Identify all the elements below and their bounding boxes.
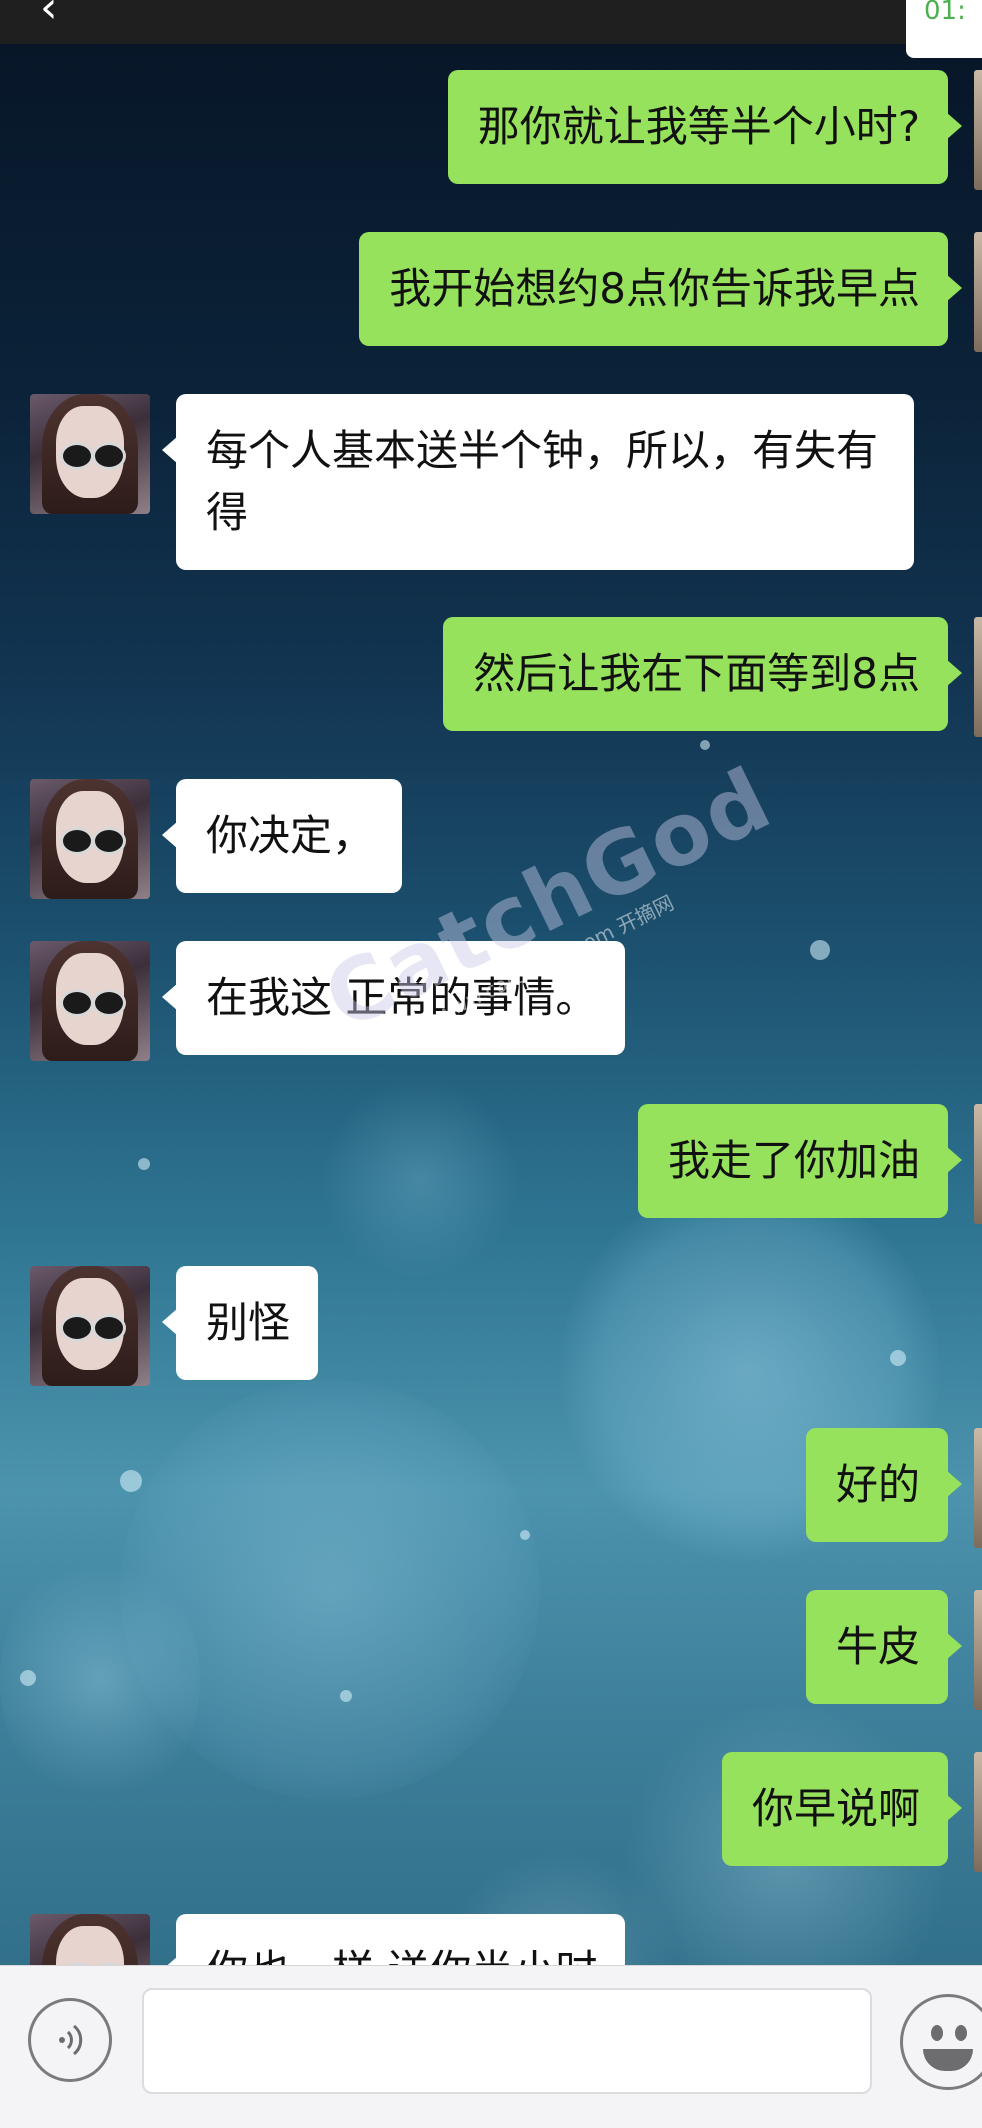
- contact-avatar[interactable]: [30, 941, 150, 1061]
- my-avatar[interactable]: [974, 1428, 982, 1548]
- message-outgoing: 你早说啊: [721, 1752, 982, 1872]
- message-bubble[interactable]: 我走了你加油: [637, 1104, 963, 1218]
- message-outgoing: 我开始想约8点你告诉我早点: [359, 232, 982, 352]
- message-bubble[interactable]: 别怪: [161, 1266, 319, 1380]
- message-outgoing: 然后让我在下面等到8点: [443, 617, 982, 737]
- message-bubble[interactable]: 你也一样 送你半小时: [161, 1914, 626, 1965]
- message-bubble[interactable]: 然后让我在下面等到8点: [443, 617, 962, 731]
- contact-avatar[interactable]: [30, 779, 150, 899]
- contact-avatar[interactable]: [30, 1266, 150, 1386]
- top-bar: ‹ 01:: [0, 0, 982, 58]
- message-outgoing: 好的: [805, 1428, 982, 1548]
- contact-avatar[interactable]: [30, 1914, 150, 1965]
- contact-avatar[interactable]: [30, 394, 150, 514]
- message-bubble[interactable]: 每个人基本送半个钟，所以，有失有得: [162, 394, 914, 570]
- message-incoming: 在我这 正常的事情。: [30, 941, 626, 1061]
- message-bubble[interactable]: 牛皮: [805, 1590, 963, 1704]
- message-incoming: 每个人基本送半个钟，所以，有失有得: [30, 394, 914, 570]
- my-avatar[interactable]: [974, 617, 982, 737]
- message-bubble[interactable]: 你决定，: [161, 779, 403, 893]
- my-avatar[interactable]: [974, 70, 982, 190]
- timer-badge: 01:: [906, 0, 982, 58]
- message-input[interactable]: [142, 1988, 872, 2094]
- message-incoming: 你也一样 送你半小时: [30, 1914, 626, 1965]
- message-outgoing: 我走了你加油: [637, 1104, 982, 1224]
- my-avatar[interactable]: [974, 1104, 982, 1224]
- chat-area[interactable]: 那你就让我等半个小时? 我开始想约8点你告诉我早点 每个人基本送半个钟，所以，有…: [0, 0, 982, 1965]
- input-bar: [0, 1965, 982, 2128]
- message-bubble[interactable]: 那你就让我等半个小时?: [447, 70, 963, 184]
- my-avatar[interactable]: [974, 1590, 982, 1710]
- voice-icon[interactable]: [28, 1998, 112, 2082]
- message-bubble[interactable]: 好的: [805, 1428, 963, 1542]
- message-incoming: 你决定，: [30, 779, 403, 899]
- chevron-left-icon[interactable]: ‹: [40, 0, 58, 33]
- message-outgoing: 那你就让我等半个小时?: [447, 70, 982, 190]
- message-bubble[interactable]: 我开始想约8点你告诉我早点: [359, 232, 962, 346]
- my-avatar[interactable]: [974, 232, 982, 352]
- message-incoming: 别怪: [30, 1266, 319, 1386]
- message-outgoing: 牛皮: [805, 1590, 982, 1710]
- my-avatar[interactable]: [974, 1752, 982, 1872]
- message-bubble[interactable]: 你早说啊: [721, 1752, 963, 1866]
- message-bubble[interactable]: 在我这 正常的事情。: [161, 941, 626, 1055]
- emoji-icon[interactable]: [900, 1994, 982, 2090]
